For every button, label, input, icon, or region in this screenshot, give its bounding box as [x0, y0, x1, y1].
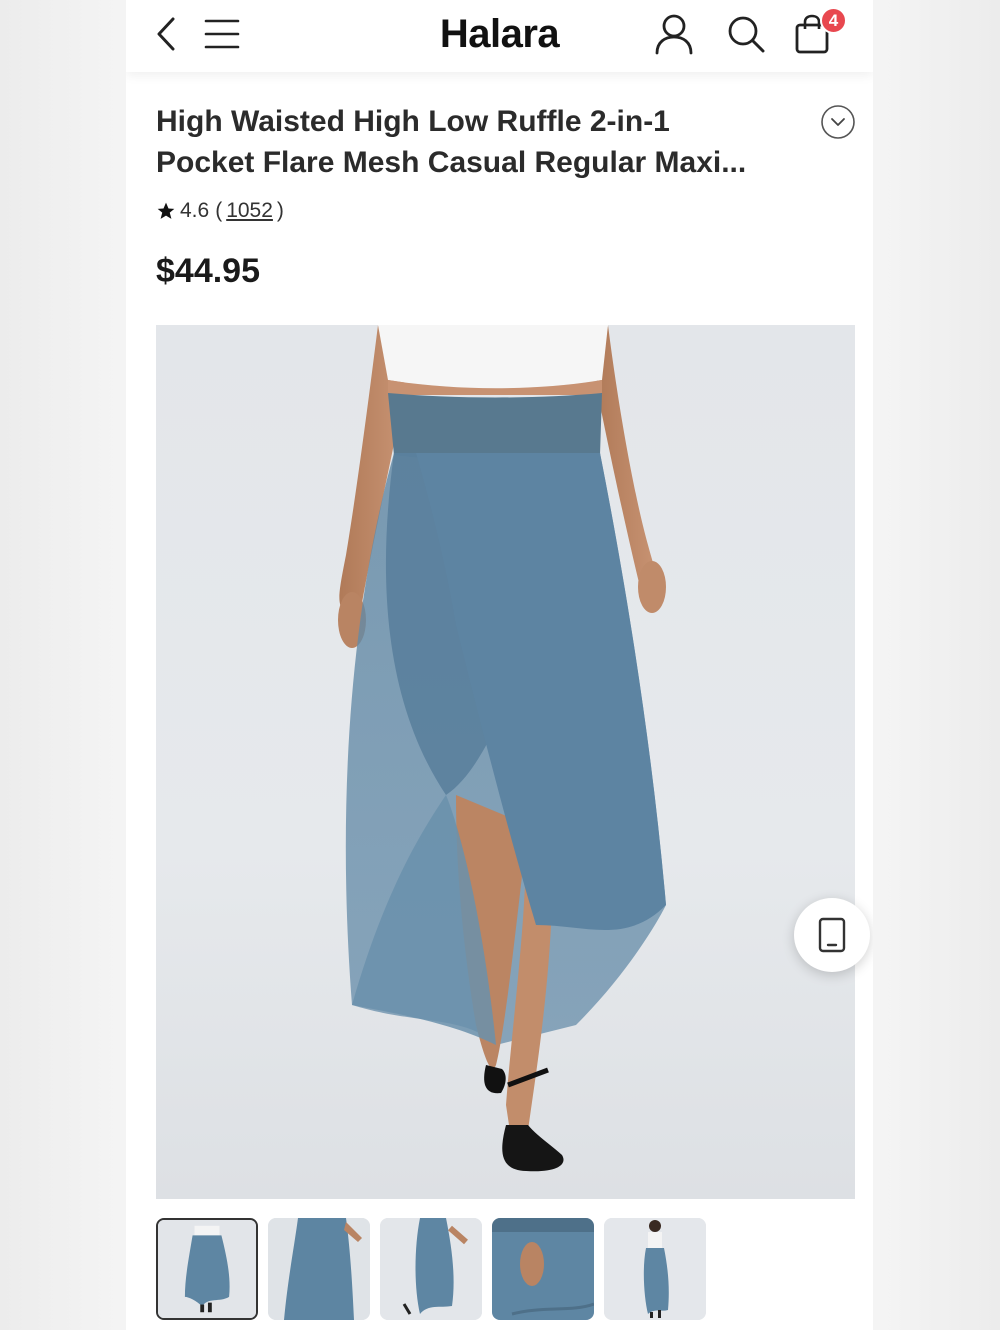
top-navigation-bar: Halara 4	[126, 0, 873, 72]
thumbnail-strip	[156, 1218, 716, 1321]
review-count-link[interactable]: 1052	[226, 199, 273, 223]
thumbnail-5[interactable]	[604, 1218, 706, 1320]
thumbnail-2[interactable]	[268, 1218, 370, 1320]
thumbnail-1[interactable]	[156, 1218, 258, 1320]
phone-icon	[818, 917, 846, 953]
cart-count-badge: 4	[820, 7, 847, 34]
rating-paren-close: )	[276, 199, 284, 222]
thumbnail-4[interactable]	[492, 1218, 594, 1320]
product-price: $44.95	[156, 252, 260, 290]
user-icon[interactable]	[652, 12, 696, 56]
product-rating: 4.6 ( 1052 )	[156, 199, 284, 223]
star-icon	[157, 202, 175, 219]
product-page: Halara 4 High Waisted High Low Ruffle 2-…	[126, 0, 873, 1330]
phone-view-button[interactable]	[794, 898, 870, 972]
product-title-line-1: High Waisted High Low Ruffle 2-in-1	[156, 105, 670, 138]
thumbnail-3[interactable]	[380, 1218, 482, 1320]
search-icon[interactable]	[724, 12, 768, 56]
product-title-line-2: Pocket Flare Mesh Casual Regular Maxi...	[156, 146, 747, 179]
rating-value: 4.6	[180, 199, 210, 222]
product-title: High Waisted High Low Ruffle 2-in-1 Pock…	[156, 101, 796, 183]
chevron-down-icon[interactable]	[820, 104, 856, 140]
product-main-image[interactable]	[156, 325, 855, 1199]
rating-paren-open: (	[215, 199, 223, 222]
